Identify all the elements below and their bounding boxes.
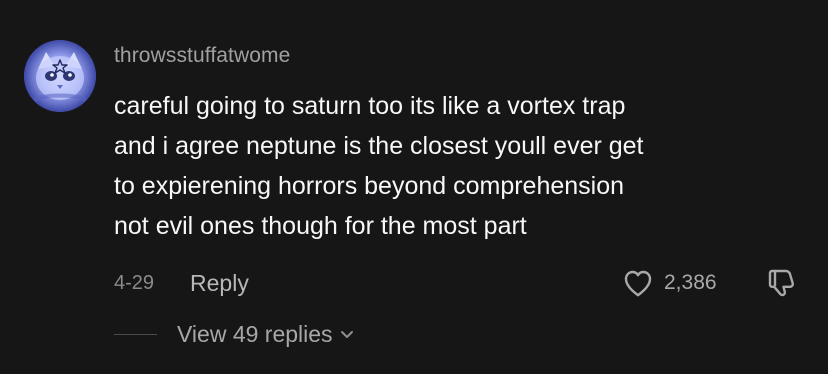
comment-text-line: careful going to saturn too its like a v… (114, 92, 626, 120)
cat-avatar-icon (24, 40, 96, 112)
comment-username[interactable]: throwsstuffatwome (114, 44, 290, 68)
like-count: 2,386 (664, 271, 717, 294)
view-replies-label: View 49 replies (177, 320, 333, 347)
view-replies-row: View 49 replies (114, 316, 355, 352)
comment-text-line: not evil ones though for the most part (114, 212, 527, 240)
comment-text: careful going to saturn too its like a v… (114, 86, 804, 246)
comment-text-line: to expierening horrors beyond comprehens… (114, 172, 625, 200)
thumbs-down-icon[interactable] (764, 264, 800, 300)
comment-meta-row: 4-29 Reply (114, 266, 249, 300)
comment-text-line: and i agree neptune is the closest youll… (114, 132, 644, 160)
comment-date: 4-29 (114, 271, 155, 294)
comment-item: throwsstuffatwome careful going to satur… (0, 0, 828, 374)
reply-button[interactable]: Reply (190, 270, 249, 297)
avatar[interactable] (24, 40, 96, 112)
chevron-down-icon (339, 326, 355, 342)
view-replies-button[interactable]: View 49 replies (177, 321, 355, 348)
reply-thread-divider (114, 333, 157, 335)
heart-icon[interactable] (622, 268, 654, 298)
like-button[interactable]: 2,386 (622, 264, 717, 302)
